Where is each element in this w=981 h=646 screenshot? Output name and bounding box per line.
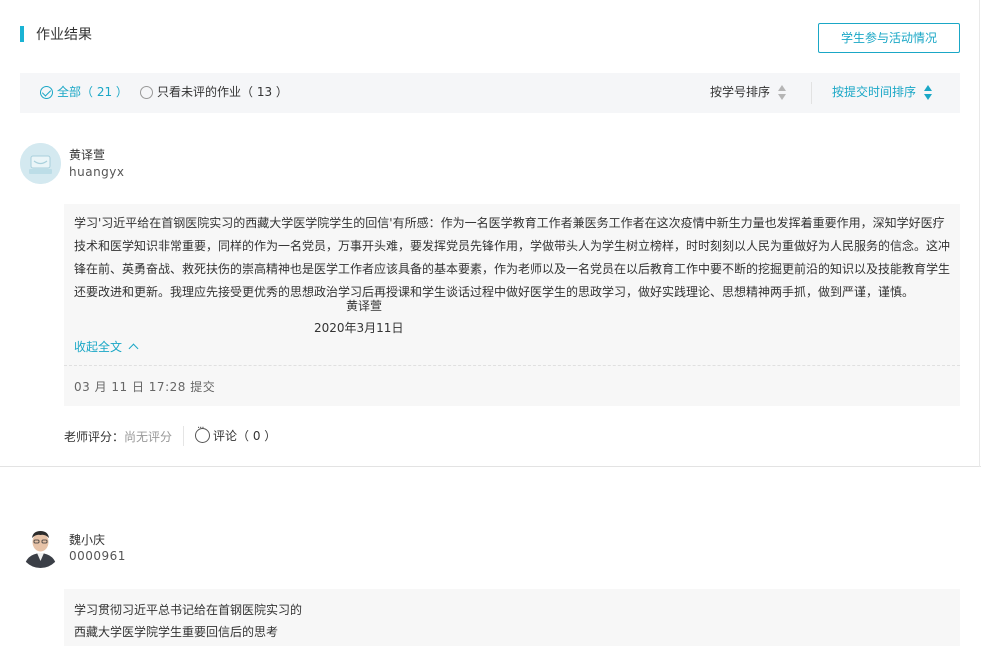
student-name: 魏小庆 [69, 533, 106, 547]
avatar[interactable] [20, 143, 61, 184]
student-id: huangyx [69, 165, 125, 179]
section-divider [0, 466, 981, 467]
meta-divider [183, 426, 184, 446]
submit-time: 03 月 11 日 17:28 提交 [74, 380, 216, 394]
submission-line: 西藏大学医学院学生重要回信后的思考 [74, 625, 279, 639]
dashed-divider [64, 365, 960, 366]
sort-divider [811, 82, 812, 104]
radio-circle-icon [140, 86, 153, 99]
submission-body: 学习'习近平给在首钢医院实习的西藏大学医学院学生的回信'有所感：作为一名医学教育… [74, 216, 951, 299]
collapse-label: 收起全文 [74, 340, 123, 354]
teacher-score: 老师评分：尚无评分 [64, 428, 172, 445]
check-circle-icon [40, 86, 53, 99]
score-value[interactable]: 尚无评分 [124, 430, 172, 444]
page-title: 作业结果 [36, 27, 92, 43]
filter-unrated-label: 只看未评的作业（ 13 ） [157, 85, 288, 99]
sort-by-id-label: 按学号排序 [710, 85, 771, 99]
student-id: 0000961 [69, 549, 126, 563]
student-name: 黄译萱 [69, 148, 106, 162]
sort-by-time[interactable]: 按提交时间排序 [832, 73, 933, 113]
filter-all-label: 全部（ 21 ） [57, 85, 128, 99]
sort-by-id[interactable]: 按学号排序 [710, 73, 787, 113]
sort-arrows-icon [778, 84, 787, 101]
right-border [979, 0, 980, 467]
section-header: 作业结果 学生参与活动情况 [20, 22, 960, 54]
sort-arrows-icon [924, 84, 933, 101]
signature-name: 黄译萱 [346, 299, 383, 313]
chevron-up-icon [128, 343, 139, 354]
submission-card: 学习'习近平给在首钢医院实习的西藏大学医学院学生的回信'有所感：作为一名医学教育… [64, 204, 960, 406]
filter-unrated[interactable]: 只看未评的作业（ 13 ） [140, 73, 288, 113]
submission-line: 学习贯彻习近平总书记给在首钢医院实习的 [74, 603, 303, 617]
comment-label: 评论（ 0 ） [213, 429, 277, 443]
avatar[interactable] [20, 527, 61, 568]
title-accent-bar [20, 26, 24, 42]
filter-bar: 全部（ 21 ） 只看未评的作业（ 13 ） 按学号排序 按提交时间排序 [20, 73, 960, 113]
student-activity-button[interactable]: 学生参与活动情况 [818, 23, 960, 53]
signature-date: 2020年3月11日 [314, 321, 404, 335]
comment-icon [195, 423, 210, 443]
collapse-link[interactable]: 收起全文 [74, 338, 139, 355]
filter-all[interactable]: 全部（ 21 ） [40, 73, 128, 113]
comment-button[interactable]: 评论（ 0 ） [195, 423, 277, 444]
sort-by-time-label: 按提交时间排序 [832, 85, 917, 99]
submission-card: 学习贯彻习近平总书记给在首钢医院实习的 西藏大学医学院学生重要回信后的思考 [64, 589, 960, 646]
score-label: 老师评分： [64, 430, 125, 444]
